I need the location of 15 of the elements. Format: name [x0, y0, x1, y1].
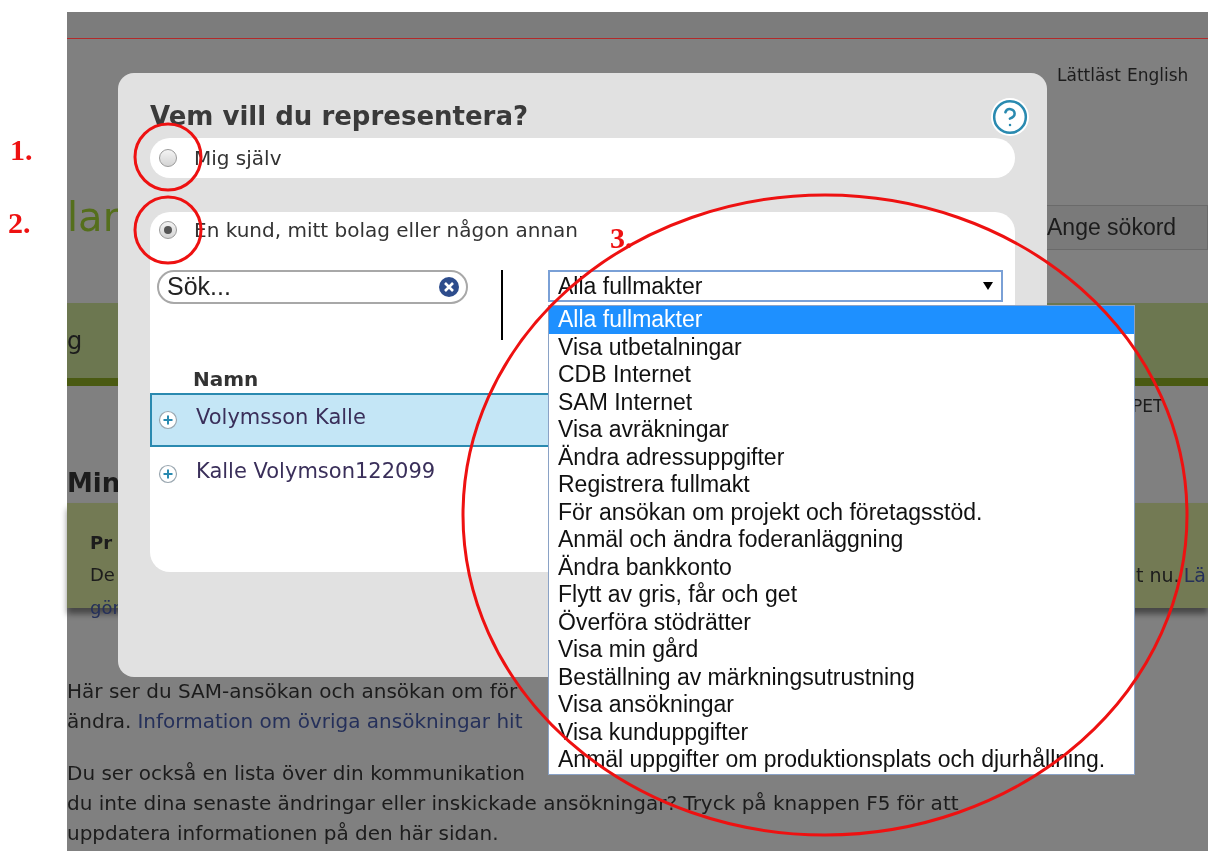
dialog-title: Vem vill du representera?	[150, 100, 529, 133]
paragraph-text: uppdatera informationen på den här sidan.	[67, 820, 499, 847]
paragraph-text: Här ser du SAM-ansökan och ansökan om för	[67, 678, 518, 705]
section-heading: Min	[67, 467, 121, 500]
column-header: Namn	[193, 369, 259, 389]
table-cell-text: Volymsson Kalle	[196, 404, 366, 432]
annotation-number: 2.	[8, 205, 31, 241]
notice-text: De	[90, 563, 115, 587]
notice-title: Pr	[90, 531, 113, 555]
paragraph-text: ändra.	[67, 708, 132, 735]
annotation-number: 1.	[10, 132, 33, 168]
paragraph-text: Du ser också en lista över din kommunikation	[67, 760, 525, 787]
notice-text: t nu.	[1136, 563, 1180, 588]
table-cell-text: Kalle Volymson122099	[196, 458, 436, 486]
page-heading: lar	[67, 193, 120, 241]
